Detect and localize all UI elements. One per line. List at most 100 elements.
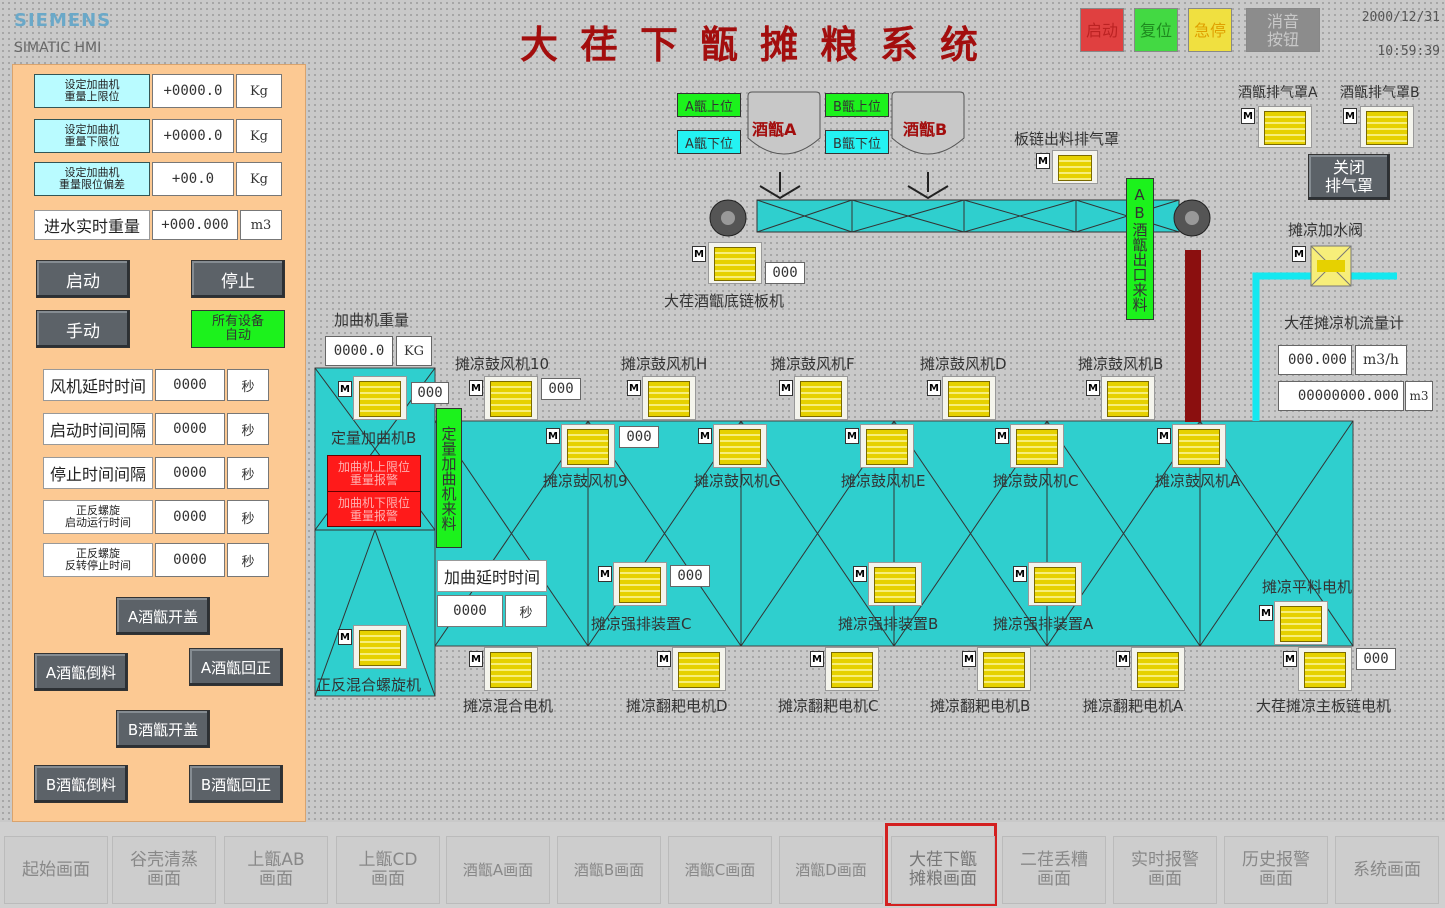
nav-steamer-d-screen[interactable]: 酒甑D画面 [779,836,883,904]
fan-9-icon[interactable] [561,424,615,468]
fan-10-icon[interactable] [484,376,538,420]
m-tag: M [1086,380,1100,396]
delay-time-input[interactable]: 0000 [437,595,503,627]
fan-9-value: 000 [619,426,659,448]
leveler-label: 摊凉平料电机 [1262,578,1353,596]
nav-second-discard-screen[interactable]: 二荏丢糟 画面 [1002,836,1106,904]
nav-steamer-a-screen[interactable]: 酒甑A画面 [446,836,550,904]
fan-10-value: 000 [541,378,581,400]
nav-system-screen[interactable]: 系统画面 [1335,836,1439,904]
m-tag: M [698,428,712,444]
ab-feed-indicator: AB酒甑出口来料 [1126,178,1154,320]
leveler-motor-icon[interactable] [1274,601,1328,645]
screw-motor-icon[interactable] [353,625,407,669]
fan-d-icon[interactable] [942,376,996,420]
exhauster-c-icon[interactable] [613,562,667,606]
exhauster-a-icon[interactable] [1028,562,1082,606]
fan-a-label: 摊凉鼓风机A [1155,472,1241,490]
flow-rate-display: 000.000 [1278,345,1352,375]
exhauster-a-label: 摊凉强排装置A [993,615,1094,633]
m-tag: M [1283,651,1297,667]
exhaust-b-fan-icon[interactable] [1360,106,1414,148]
fan-g-icon[interactable] [713,424,767,468]
rake-motor-a-label: 摊凉翻耙电机A [1083,697,1184,715]
nav-steamer-b-screen[interactable]: 酒甑B画面 [557,836,661,904]
steamer-b-label: 酒甑B [903,120,948,139]
mixer-weight-unit: KG [396,336,432,366]
water-valve-label: 摊凉加水阀 [1288,221,1364,239]
rake-motor-c-icon[interactable] [825,647,879,691]
a-up-indicator: A甑上位 [677,93,741,117]
screw-label: 正反混合螺旋机 [316,676,422,694]
m-tag: M [995,428,1009,444]
chain-exhaust-fan-icon[interactable] [1052,150,1098,184]
nav-discharge-cooling-screen[interactable]: 大荏下甑 摊粮画面 [891,836,995,904]
rake-motor-c-label: 摊凉翻耙电机C [778,697,879,715]
nav-load-cd-screen[interactable]: 上甑CD 画面 [336,836,440,904]
rake-motor-b-icon[interactable] [977,647,1031,691]
b-down-indicator: B甑下位 [825,130,889,154]
fan-e-icon[interactable] [860,424,914,468]
nav-realtime-alarm-screen[interactable]: 实时报警 画面 [1113,836,1217,904]
rake-motor-d-icon[interactable] [672,647,726,691]
fan-a-icon[interactable] [1172,424,1226,468]
b-up-indicator: B甑上位 [825,93,889,117]
dosing-mixer-motor-icon[interactable] [353,376,407,420]
m-tag: M [845,428,859,444]
nav-load-ab-screen[interactable]: 上甑AB 画面 [224,836,328,904]
mixer-weight-label: 加曲机重量 [334,311,410,329]
m-tag: M [927,380,941,396]
mixer-weight-display: 0000.0 [325,336,393,366]
exhauster-b-label: 摊凉强排装置B [838,615,939,633]
exhaust-b-label: 酒甑排气罩B [1340,85,1420,101]
a-down-indicator: A甑下位 [677,130,741,154]
bottom-chain-motor-icon[interactable] [708,242,762,284]
nav-history-alarm-screen[interactable]: 历史报警 画面 [1224,836,1328,904]
exhaust-a-fan-icon[interactable] [1258,106,1312,148]
m-tag: M [469,651,483,667]
mixing-motor-icon[interactable] [484,647,538,691]
m-tag: M [1036,153,1050,169]
exhauster-c-label: 摊凉强排装置C [591,615,692,633]
nav-husk-screen[interactable]: 谷壳清蒸 画面 [112,836,216,904]
water-valve-icon[interactable] [1309,244,1353,288]
fan-b-icon[interactable] [1101,376,1155,420]
discharge-arrows [759,172,949,200]
flow-rate-unit: m3/h [1355,345,1407,375]
main-chain-motor-icon[interactable] [1298,647,1352,691]
fan-9-label: 摊凉鼓风机9 [543,472,628,490]
chain-exhaust-label: 板链出料排气罩 [1014,130,1120,148]
nav-steamer-c-screen[interactable]: 酒甑C画面 [668,836,772,904]
fan-d-label: 摊凉鼓风机D [920,355,1007,373]
fan-e-label: 摊凉鼓风机E [841,472,926,490]
nav-start-screen[interactable]: 起始画面 [4,836,108,904]
m-tag: M [1157,428,1171,444]
fan-f-icon[interactable] [794,376,848,420]
bottom-chain-label: 大荏酒甑底链板机 [664,292,785,310]
fan-g-label: 摊凉鼓风机G [694,472,781,490]
m-tag: M [962,651,976,667]
m-tag: M [1241,108,1255,124]
m-tag: M [810,651,824,667]
discharge-pipe [1185,250,1201,422]
m-tag: M [779,380,793,396]
exhauster-b-icon[interactable] [868,562,922,606]
fan-c-icon[interactable] [1010,424,1064,468]
m-tag: M [1013,566,1027,582]
exhauster-c-value: 000 [670,565,710,587]
m-tag: M [338,381,352,397]
close-exhaust-button[interactable]: 关闭 排气罩 [1308,154,1390,200]
lower-limit-alarm: 加曲机下限位 重量报警 [337,495,410,523]
bottom-chain-value: 000 [765,262,805,284]
rake-motor-d-label: 摊凉翻耙电机D [626,697,728,715]
rake-motor-a-icon[interactable] [1131,647,1185,691]
m-tag: M [1292,246,1306,262]
m-tag: M [853,566,867,582]
fan-h-icon[interactable] [642,376,696,420]
m-tag: M [546,428,560,444]
exhaust-a-label: 酒甑排气罩A [1238,85,1318,101]
fan-h-label: 摊凉鼓风机H [621,355,708,373]
fan-10-label: 摊凉鼓风机10 [455,355,550,373]
m-tag: M [1116,651,1130,667]
m-tag: M [1343,108,1357,124]
